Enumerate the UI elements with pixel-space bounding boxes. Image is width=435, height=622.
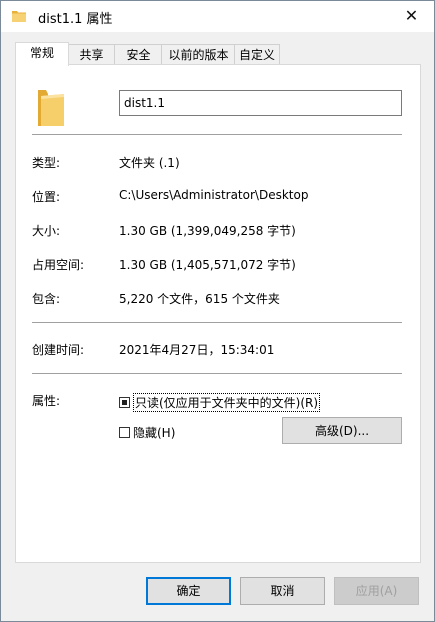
tab-general[interactable]: 常规 — [15, 42, 69, 66]
created-label: 创建时间: — [32, 343, 85, 357]
cancel-button[interactable]: 取消 — [240, 577, 325, 605]
contains-label: 包含: — [32, 292, 61, 306]
tab-previous-versions[interactable]: 以前的版本 — [161, 44, 236, 65]
contains-value: 5,220 个文件，615 个文件夹 — [119, 292, 280, 306]
folder-icon — [12, 11, 26, 22]
folder-icon — [38, 90, 64, 126]
properties-dialog: dist1.1 属性 ✕ 常规 共享 安全 以前的版本 自定义 dist1.1 … — [0, 0, 435, 622]
size-on-disk-value: 1.30 GB (1,405,571,072 字节) — [119, 258, 296, 272]
location-value: C:\Users\Administrator\Desktop — [119, 188, 309, 202]
location-label: 位置: — [32, 190, 61, 204]
tab-security[interactable]: 安全 — [114, 44, 163, 65]
tab-sharing[interactable]: 共享 — [67, 44, 116, 65]
divider — [32, 373, 402, 374]
size-value: 1.30 GB (1,399,049,258 字节) — [119, 224, 296, 238]
size-label: 大小: — [32, 224, 61, 238]
attributes-label: 属性: — [32, 394, 61, 408]
general-panel: dist1.1 类型: 文件夹 (.1) 位置: C:\Users\Admini… — [15, 64, 421, 563]
folder-name-input[interactable]: dist1.1 — [119, 90, 402, 116]
title-bar[interactable]: dist1.1 属性 ✕ — [1, 1, 434, 32]
hidden-checkbox-box[interactable] — [119, 427, 130, 438]
tab-customize[interactable]: 自定义 — [234, 44, 280, 65]
close-button[interactable]: ✕ — [389, 1, 434, 32]
readonly-checkbox-box[interactable] — [119, 397, 130, 408]
type-label: 类型: — [32, 156, 61, 170]
close-icon: ✕ — [404, 6, 419, 25]
divider — [32, 134, 402, 135]
hidden-checkbox[interactable]: 隐藏(H) — [119, 424, 175, 441]
readonly-checkbox-label: 只读(仅应用于文件夹中的文件)(R) — [133, 393, 321, 412]
ok-button[interactable]: 确定 — [146, 577, 231, 605]
advanced-button[interactable]: 高级(D)... — [282, 417, 402, 444]
divider — [32, 322, 402, 323]
size-on-disk-label: 占用空间: — [32, 258, 85, 272]
apply-button[interactable]: 应用(A) — [334, 577, 419, 605]
hidden-checkbox-label: 隐藏(H) — [133, 426, 176, 440]
readonly-checkbox[interactable]: 只读(仅应用于文件夹中的文件)(R) — [119, 393, 321, 412]
window-title: dist1.1 属性 — [38, 12, 113, 27]
created-value: 2021年4月27日，15:34:01 — [119, 343, 275, 357]
type-value: 文件夹 (.1) — [119, 156, 180, 170]
